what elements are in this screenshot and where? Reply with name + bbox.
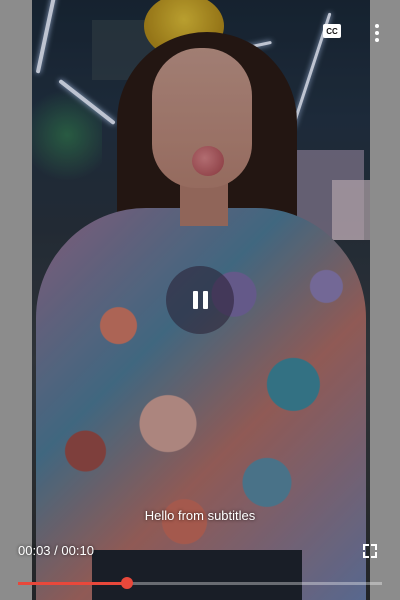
current-time: 00:03 xyxy=(18,543,51,558)
time-separator: / xyxy=(50,543,62,558)
dot xyxy=(375,31,379,35)
fullscreen-icon[interactable] xyxy=(363,544,377,558)
cc-label: CC xyxy=(326,26,338,36)
duration: 00:10 xyxy=(61,543,94,558)
pause-icon xyxy=(202,291,208,309)
dot xyxy=(375,38,379,42)
closed-captions-icon[interactable]: CC xyxy=(323,24,341,38)
progress-fill xyxy=(18,582,128,585)
time-display: 00:03 / 00:10 xyxy=(18,543,94,558)
video-player: CC Hello from subtitles 00:03 / 00:10 xyxy=(0,0,400,600)
dot xyxy=(375,24,379,28)
subtitle-caption: Hello from subtitles xyxy=(144,508,256,523)
progress-bar[interactable] xyxy=(18,577,382,589)
pause-button[interactable] xyxy=(166,266,234,334)
more-vertical-icon[interactable] xyxy=(372,24,382,42)
pause-icon xyxy=(192,291,198,309)
